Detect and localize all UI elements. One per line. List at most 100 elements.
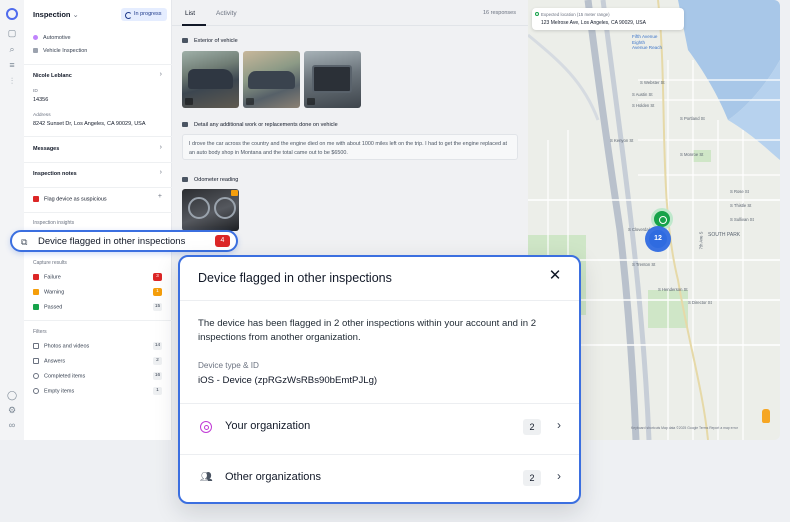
row-count: 2	[523, 470, 541, 486]
capture-failure[interactable]: Failure	[33, 274, 61, 280]
map-label: S Rose St	[730, 189, 749, 194]
filter-empty[interactable]: Empty items	[33, 388, 74, 394]
map-label: S Webster St	[640, 80, 665, 85]
filter-photos[interactable]: Photos and videos	[33, 343, 89, 349]
flag-device-action[interactable]: Flag device as suspicious	[33, 196, 107, 202]
map-attribution: Keyboard shortcuts Map data ©2025 Google…	[631, 426, 738, 430]
warning-icon	[231, 190, 238, 196]
odometer-photo[interactable]	[182, 189, 239, 231]
map-label: S Austin St	[632, 92, 653, 97]
map-label: S Holden St	[632, 103, 655, 108]
device-value: iOS - Device (zpRGzWsRBs90bEmtPJLg)	[198, 375, 378, 386]
tab-bar: List Activity 16 responses	[172, 0, 528, 26]
vehicle-photo-front[interactable]	[182, 51, 239, 108]
camera-icon	[246, 98, 254, 105]
tab-list[interactable]: List	[185, 10, 195, 17]
your-organization-row[interactable]: Your organization 2 ›	[180, 404, 579, 454]
capture-warning[interactable]: Warning	[33, 289, 64, 295]
inspection-notes-link[interactable]: Inspection notes	[33, 171, 77, 177]
cluster-marker[interactable]: 12	[645, 226, 671, 252]
row-count: 2	[523, 419, 541, 435]
list-icon[interactable]: ≡	[7, 60, 17, 70]
expected-location-label: Expected location (15 meter range)	[541, 12, 610, 17]
insight-count-badge: 4	[215, 235, 230, 247]
chevron-right-icon[interactable]: ›	[160, 71, 162, 78]
camera-icon	[33, 343, 39, 349]
inspection-header[interactable]: Inspection ⌄	[33, 10, 79, 19]
failure-count: 3	[153, 273, 162, 281]
divider	[180, 300, 579, 301]
map-label: S Henderson St	[658, 287, 688, 292]
map-label: SOUTH PARK	[708, 232, 741, 238]
passed-icon	[33, 304, 39, 310]
team-icon[interactable]: ∞	[7, 420, 17, 430]
inspector-name[interactable]: Nicole Leblanc	[33, 73, 72, 79]
id-label: ID	[33, 89, 38, 94]
plus-icon[interactable]: +	[158, 193, 162, 200]
insights-label: Inspection insights	[33, 220, 75, 226]
inspection-sidebar: Inspection ⌄ In progress Automotive Vehic…	[24, 0, 172, 440]
capture-passed[interactable]: Passed	[33, 304, 62, 310]
vehicle-shape	[248, 71, 295, 89]
vehicle-photo-bed[interactable]	[304, 51, 361, 108]
chevron-right-icon[interactable]: ›	[160, 169, 162, 176]
vehicle-shape	[188, 69, 233, 89]
failure-icon	[33, 274, 39, 280]
app-logo-icon[interactable]	[6, 8, 18, 20]
app-rail: ▢ ⌕ ≡ ⫶ ◯ ⚙ ∞	[0, 0, 24, 440]
map-label: S Kenyon St	[610, 138, 634, 143]
settings-icon[interactable]: ⚙	[7, 405, 17, 415]
vehicle-shape	[312, 65, 352, 93]
vehicle-photo-side[interactable]	[243, 51, 300, 108]
text-icon	[33, 358, 39, 364]
analytics-icon[interactable]: ⫶	[7, 76, 17, 86]
search-icon[interactable]: ⌕	[7, 44, 17, 54]
warning-count: 1	[153, 288, 162, 296]
map-label: S Thistle St	[730, 203, 752, 208]
device-label: Device type & ID	[198, 361, 259, 370]
active-tab-indicator	[182, 24, 206, 26]
flag-icon	[33, 196, 39, 202]
warning-icon	[33, 289, 39, 295]
insight-label: Device flagged in other inspections	[38, 236, 186, 247]
chevron-right-icon[interactable]: ›	[160, 144, 162, 151]
filter-completed[interactable]: Completed items	[33, 373, 85, 379]
address-value: 8242 Sunset Dr, Los Angeles, CA 90029, U…	[33, 121, 146, 127]
device-icon: ⧉	[21, 237, 28, 247]
modal-title: Device flagged in other inspections	[198, 271, 392, 285]
passed-count: 15	[153, 303, 162, 311]
row-label: Other organizations	[225, 471, 321, 483]
other-organizations-row[interactable]: 👥︎ Other organizations 2 ›	[180, 455, 579, 505]
address-label: Address	[33, 113, 51, 118]
responses-count: 16 responses	[482, 10, 516, 16]
divider	[24, 212, 172, 213]
road-shape	[528, 33, 600, 121]
messages-link[interactable]: Messages	[33, 146, 59, 152]
divider	[24, 136, 172, 137]
row-label: Your organization	[225, 420, 311, 432]
filter-count: 16	[153, 372, 162, 380]
close-icon[interactable]: ✕	[545, 266, 565, 286]
work-answer-text: I drove the car across the country and t…	[182, 134, 518, 160]
camera-icon	[307, 98, 315, 105]
inbox-icon[interactable]: ▢	[7, 28, 17, 38]
check-circle-icon	[33, 373, 39, 379]
user-icon[interactable]: ◯	[7, 390, 17, 400]
organization-icon	[200, 421, 212, 433]
filter-answers[interactable]: Answers	[33, 358, 65, 364]
gauge-shape	[188, 197, 210, 219]
filter-count: 14	[153, 342, 162, 350]
grid-icon	[33, 48, 38, 54]
text-icon	[182, 122, 188, 128]
freeway-shape	[600, 0, 652, 440]
tab-activity[interactable]: Activity	[216, 10, 237, 17]
empty-circle-icon	[33, 388, 39, 394]
chevron-right-icon: ›	[557, 418, 561, 432]
street-view-pegman-icon[interactable]	[762, 409, 770, 423]
filter-count: 2	[153, 357, 162, 365]
map-label: S Sullivan St	[730, 217, 754, 222]
device-flagged-insight[interactable]: ⧉ Device flagged in other inspections 4	[10, 230, 238, 252]
camera-icon	[182, 38, 188, 44]
camera-icon	[182, 177, 188, 183]
odometer-section-title: Odometer reading	[182, 177, 238, 183]
